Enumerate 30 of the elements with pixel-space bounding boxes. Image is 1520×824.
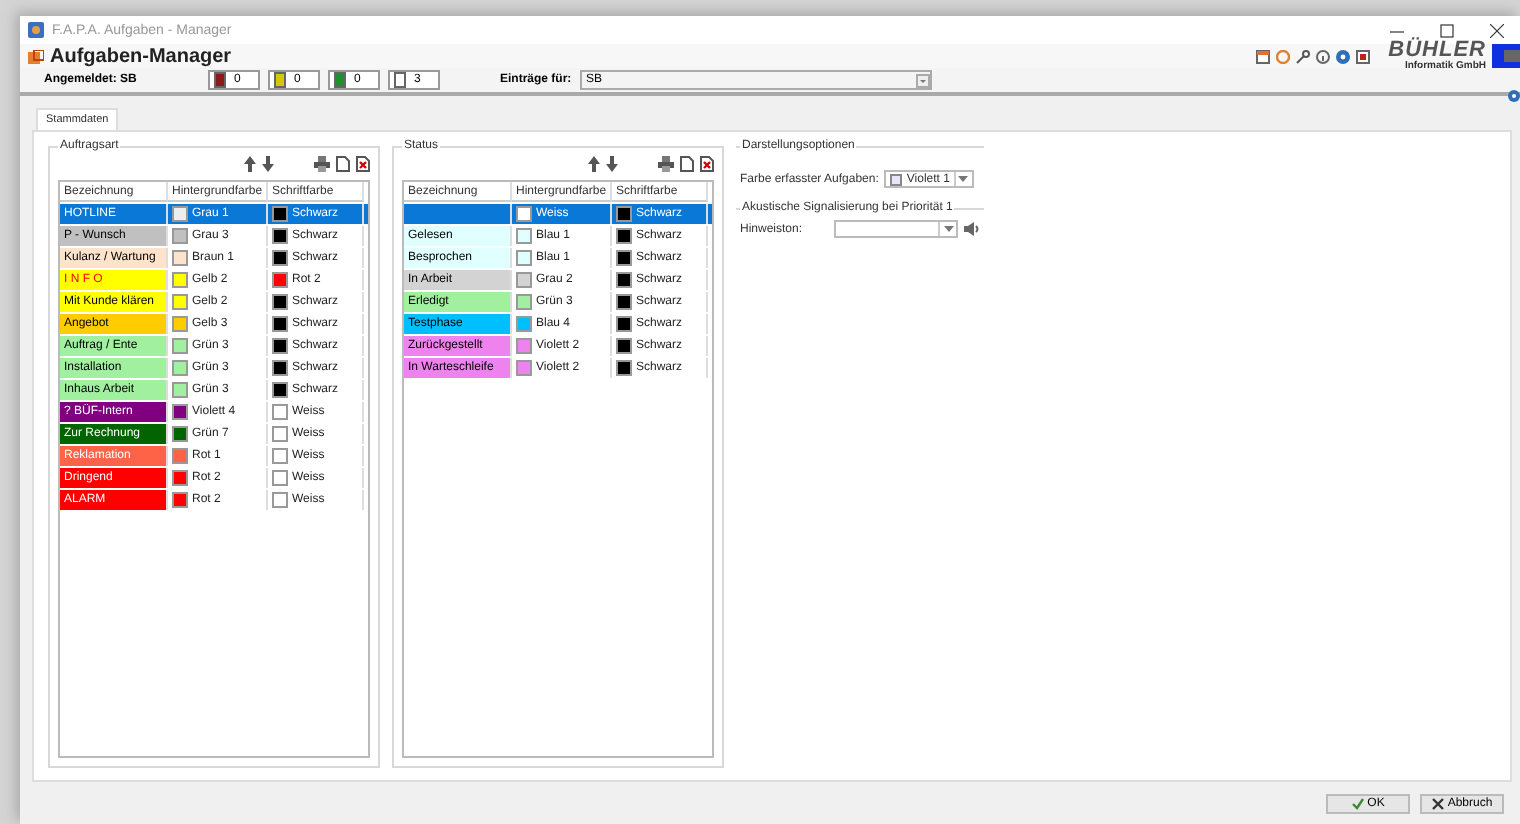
key-icon[interactable]: [1296, 49, 1311, 63]
close-icon[interactable]: [1490, 23, 1504, 37]
lifebuoy-icon[interactable]: [1276, 49, 1291, 63]
check-icon: [1351, 797, 1364, 809]
arrow-up-icon[interactable]: [244, 156, 256, 172]
app-icon: [28, 22, 44, 38]
maximize-icon[interactable]: [1440, 23, 1454, 37]
caret-icon[interactable]: [958, 176, 969, 182]
arrow-down-icon[interactable]: [262, 156, 274, 172]
help-icon[interactable]: [1336, 49, 1351, 63]
printer-icon[interactable]: [314, 156, 330, 172]
info-icon[interactable]: [1316, 49, 1331, 63]
delete-document-icon[interactable]: [700, 156, 714, 172]
exit-icon[interactable]: [1356, 49, 1371, 63]
speaker-icon[interactable]: [964, 222, 980, 236]
printer-icon[interactable]: [658, 156, 674, 172]
delete-document-icon[interactable]: [356, 156, 370, 172]
cross-icon: [1431, 797, 1444, 809]
caret-icon[interactable]: [916, 73, 930, 87]
arrow-down-icon[interactable]: [606, 156, 618, 172]
caret-icon[interactable]: [943, 226, 953, 232]
arrow-up-icon[interactable]: [588, 156, 600, 172]
logo-mark-icon: [1492, 44, 1520, 68]
new-document-icon[interactable]: [336, 156, 350, 172]
new-document-icon[interactable]: [680, 156, 694, 172]
folder-icon: [28, 49, 44, 63]
help-icon[interactable]: [1508, 90, 1520, 102]
app-title: Aufgaben-Manager: [50, 45, 232, 67]
logo-text: BÜHLER: [1388, 40, 1486, 62]
calendar-icon[interactable]: [1256, 49, 1271, 63]
